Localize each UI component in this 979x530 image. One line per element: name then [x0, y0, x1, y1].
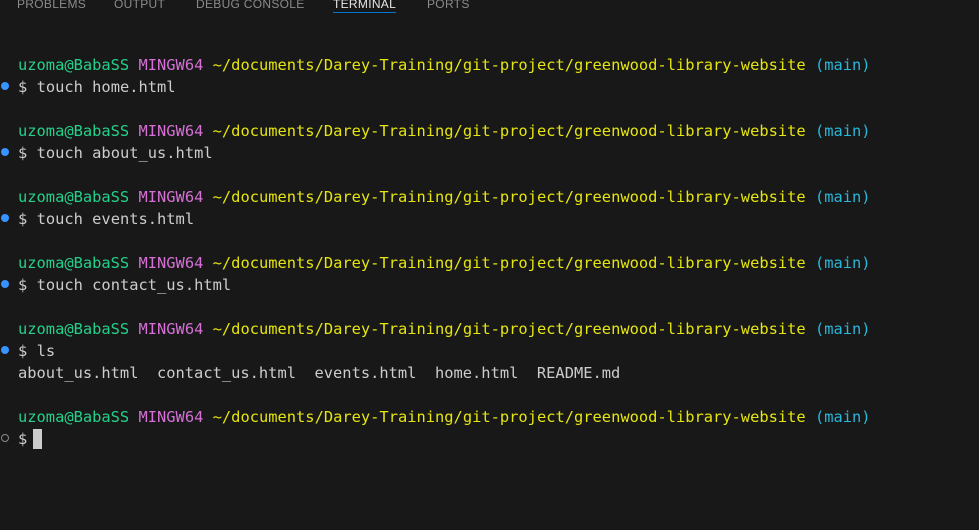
prompt-shell: MINGW64	[138, 122, 204, 140]
prompt-user-host: uzoma@BabaSS	[18, 320, 130, 338]
prompt-shell: MINGW64	[138, 254, 204, 272]
current-command-line[interactable]: $	[18, 428, 43, 450]
tab-ports[interactable]: PORTS	[427, 0, 470, 13]
command-text: touch home.html	[36, 78, 176, 96]
prompt-path: ~/documents/Darey-Training/git-project/g…	[212, 254, 806, 272]
tab-terminal[interactable]: TERMINAL	[333, 0, 397, 13]
command-success-decoration-icon[interactable]	[1, 346, 9, 354]
prompt-user-host: uzoma@BabaSS	[18, 122, 130, 140]
prompt-branch: (main)	[814, 254, 871, 272]
prompt-user-host: uzoma@BabaSS	[18, 56, 130, 74]
prompt-branch: (main)	[814, 122, 871, 140]
command-output: about_us.html contact_us.html events.htm…	[18, 364, 621, 382]
command-success-decoration-icon[interactable]	[1, 82, 9, 90]
prompt-shell: MINGW64	[138, 188, 204, 206]
command-line: $ touch home.html	[18, 76, 176, 98]
prompt-symbol: $	[18, 78, 28, 96]
prompt-user-host: uzoma@BabaSS	[18, 188, 130, 206]
command-line: $ touch events.html	[18, 208, 194, 230]
prompt-symbol: $	[18, 430, 28, 448]
prompt-symbol: $	[18, 210, 28, 228]
command-success-decoration-icon[interactable]	[1, 214, 9, 222]
prompt-branch: (main)	[814, 188, 871, 206]
command-text: touch contact_us.html	[36, 276, 232, 294]
prompt-path: ~/documents/Darey-Training/git-project/g…	[212, 408, 806, 426]
prompt-shell: MINGW64	[138, 320, 204, 338]
prompt-user-host: uzoma@BabaSS	[18, 254, 130, 272]
command-success-decoration-icon[interactable]	[1, 280, 9, 288]
tab-debug-console[interactable]: DEBUG CONSOLE	[196, 0, 305, 13]
prompt-line: uzoma@BabaSS MINGW64 ~/documents/Darey-T…	[18, 406, 871, 428]
command-line: $ touch contact_us.html	[18, 274, 231, 296]
prompt-branch: (main)	[814, 56, 871, 74]
prompt-path: ~/documents/Darey-Training/git-project/g…	[212, 122, 806, 140]
prompt-branch: (main)	[814, 320, 871, 338]
prompt-line: uzoma@BabaSS MINGW64 ~/documents/Darey-T…	[18, 252, 871, 274]
prompt-shell: MINGW64	[138, 56, 204, 74]
prompt-user-host: uzoma@BabaSS	[18, 408, 130, 426]
terminal-output[interactable]: uzoma@BabaSS MINGW64 ~/documents/Darey-T…	[0, 16, 979, 530]
command-text: ls	[36, 342, 56, 360]
prompt-shell: MINGW64	[138, 408, 204, 426]
command-pending-decoration-icon[interactable]	[1, 434, 9, 442]
command-success-decoration-icon[interactable]	[1, 148, 9, 156]
prompt-line: uzoma@BabaSS MINGW64 ~/documents/Darey-T…	[18, 120, 871, 142]
tab-problems[interactable]: PROBLEMS	[17, 0, 86, 13]
text-cursor	[33, 429, 43, 449]
prompt-line: uzoma@BabaSS MINGW64 ~/documents/Darey-T…	[18, 54, 871, 76]
prompt-symbol: $	[18, 276, 28, 294]
prompt-path: ~/documents/Darey-Training/git-project/g…	[212, 56, 806, 74]
command-line: $ touch about_us.html	[18, 142, 213, 164]
prompt-line: uzoma@BabaSS MINGW64 ~/documents/Darey-T…	[18, 186, 871, 208]
prompt-symbol: $	[18, 144, 28, 162]
prompt-line: uzoma@BabaSS MINGW64 ~/documents/Darey-T…	[18, 318, 871, 340]
panel-tab-bar: PROBLEMS OUTPUT DEBUG CONSOLE TERMINAL P…	[0, 0, 979, 16]
prompt-path: ~/documents/Darey-Training/git-project/g…	[212, 320, 806, 338]
command-text: touch events.html	[36, 210, 195, 228]
tab-output[interactable]: OUTPUT	[114, 0, 165, 13]
prompt-branch: (main)	[814, 408, 871, 426]
command-text: touch about_us.html	[36, 144, 213, 162]
command-line: $ ls	[18, 340, 55, 362]
prompt-symbol: $	[18, 342, 28, 360]
prompt-path: ~/documents/Darey-Training/git-project/g…	[212, 188, 806, 206]
